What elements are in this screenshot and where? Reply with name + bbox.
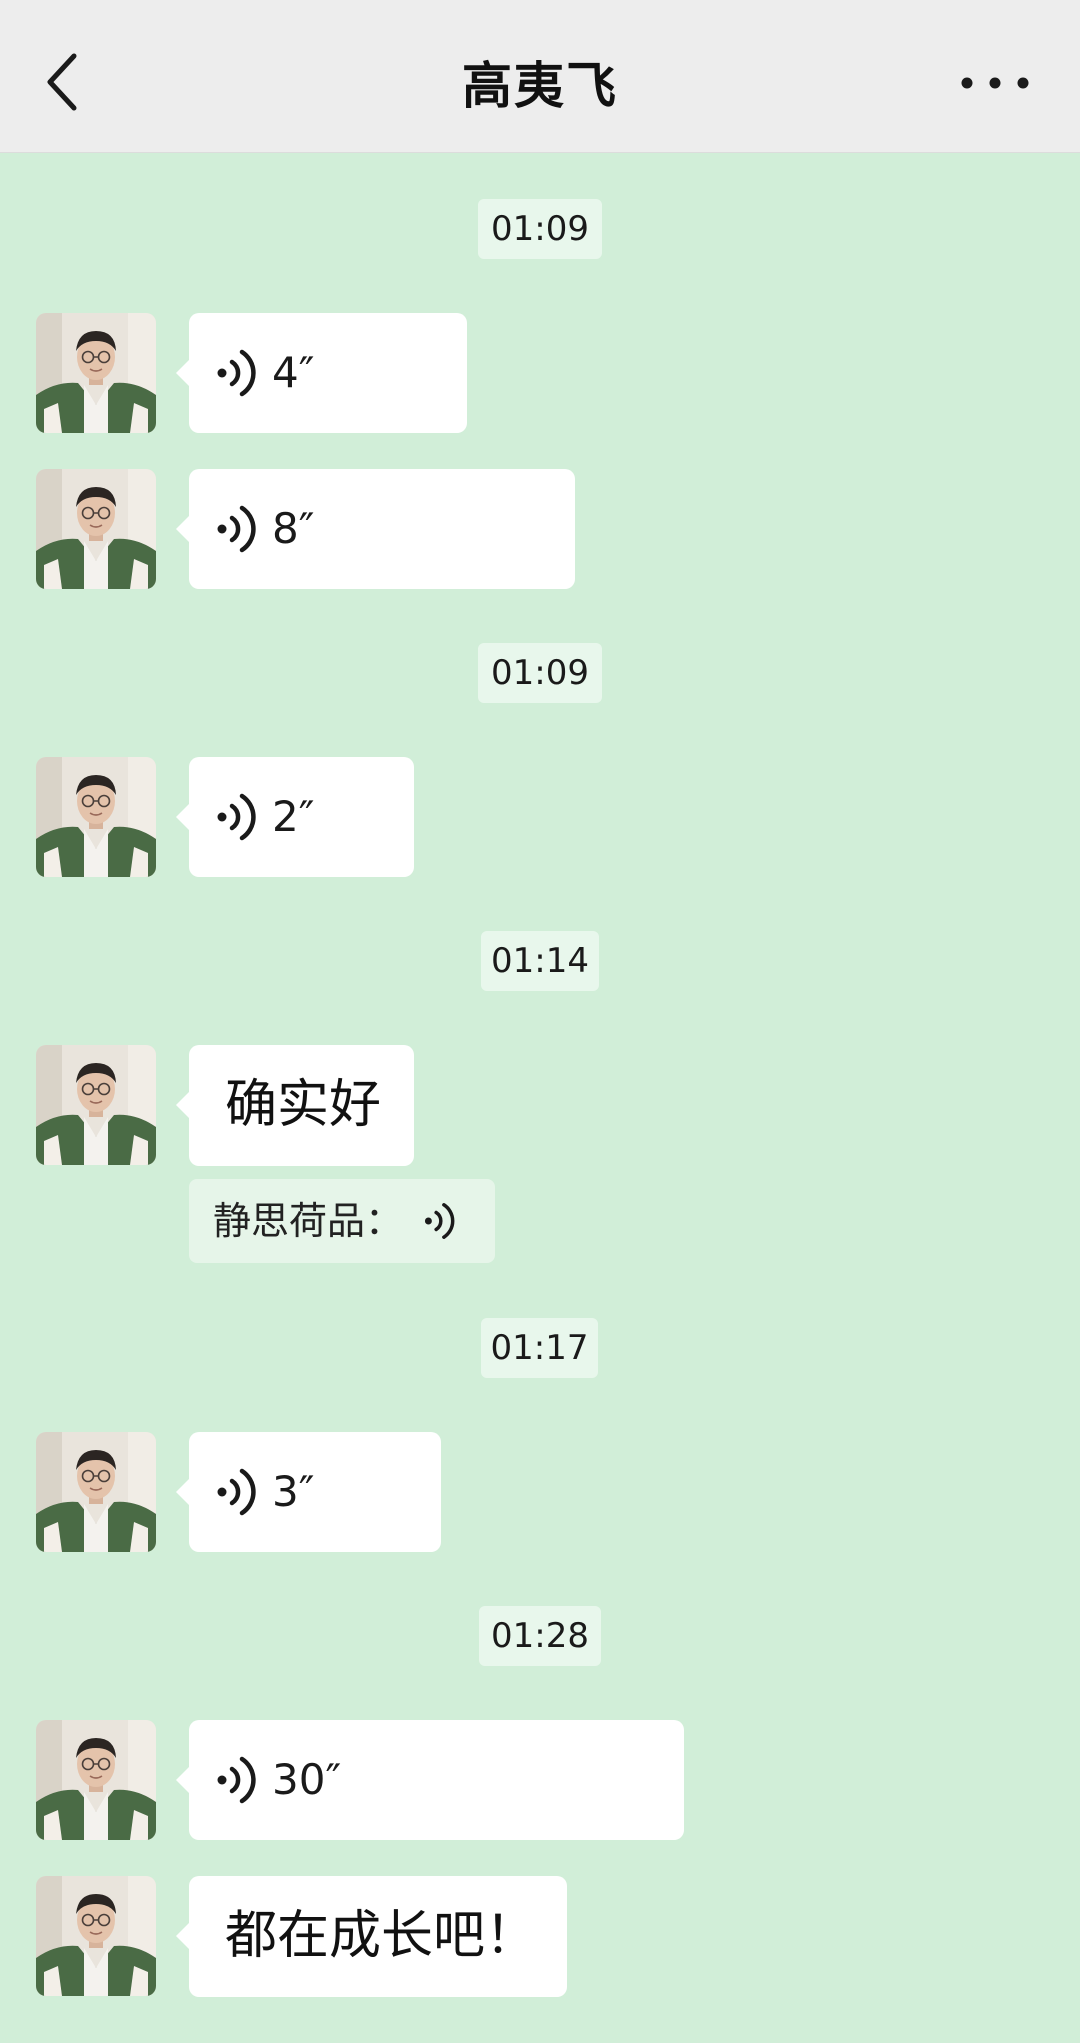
voice-wave-icon — [215, 789, 259, 845]
voice-message-bubble[interactable]: 3″ — [176, 1432, 441, 1552]
timestamp: 01:09 — [478, 199, 602, 259]
timestamp: 01:09 — [478, 643, 602, 703]
voice-wave-icon — [215, 1464, 259, 1520]
voice-duration: 3″ — [272, 1467, 315, 1516]
avatar[interactable] — [36, 469, 156, 589]
quote-label: 静思荷品： — [213, 1199, 404, 1243]
avatar[interactable] — [36, 313, 156, 433]
voice-wave-icon — [215, 1752, 259, 1808]
voice-message-bubble[interactable]: 8″ — [176, 469, 575, 589]
voice-wave-icon — [215, 501, 259, 557]
timestamp: 01:28 — [479, 1606, 601, 1666]
voice-wave-icon — [215, 345, 259, 401]
more-horizontal-icon[interactable] — [960, 66, 1030, 100]
message-text: 都在成长吧！ — [225, 1906, 538, 1966]
voice-duration: 2″ — [272, 792, 315, 841]
voice-message-bubble[interactable]: 30″ — [176, 1720, 684, 1840]
chat-header: 高夷飞 — [0, 0, 1080, 153]
timestamp: 01:17 — [481, 1318, 598, 1378]
voice-duration: 30″ — [272, 1755, 342, 1804]
voice-duration: 8″ — [272, 504, 315, 553]
chat-title: 高夷飞 — [462, 57, 618, 115]
avatar[interactable] — [36, 1432, 156, 1552]
avatar[interactable] — [36, 1720, 156, 1840]
voice-message-bubble[interactable]: 4″ — [176, 313, 467, 433]
avatar[interactable] — [36, 1045, 156, 1165]
voice-message-bubble[interactable]: 2″ — [176, 757, 414, 877]
text-message-bubble[interactable]: 确实好 — [176, 1045, 414, 1166]
text-message-bubble[interactable]: 都在成长吧！ — [176, 1876, 567, 1997]
voice-wave-icon — [423, 1199, 457, 1243]
voice-duration: 4″ — [272, 348, 315, 397]
message-text: 确实好 — [225, 1075, 382, 1135]
timestamp: 01:14 — [481, 931, 599, 991]
quoted-message[interactable]: 静思荷品： — [189, 1179, 495, 1263]
avatar[interactable] — [36, 1876, 156, 1996]
avatar[interactable] — [36, 757, 156, 877]
